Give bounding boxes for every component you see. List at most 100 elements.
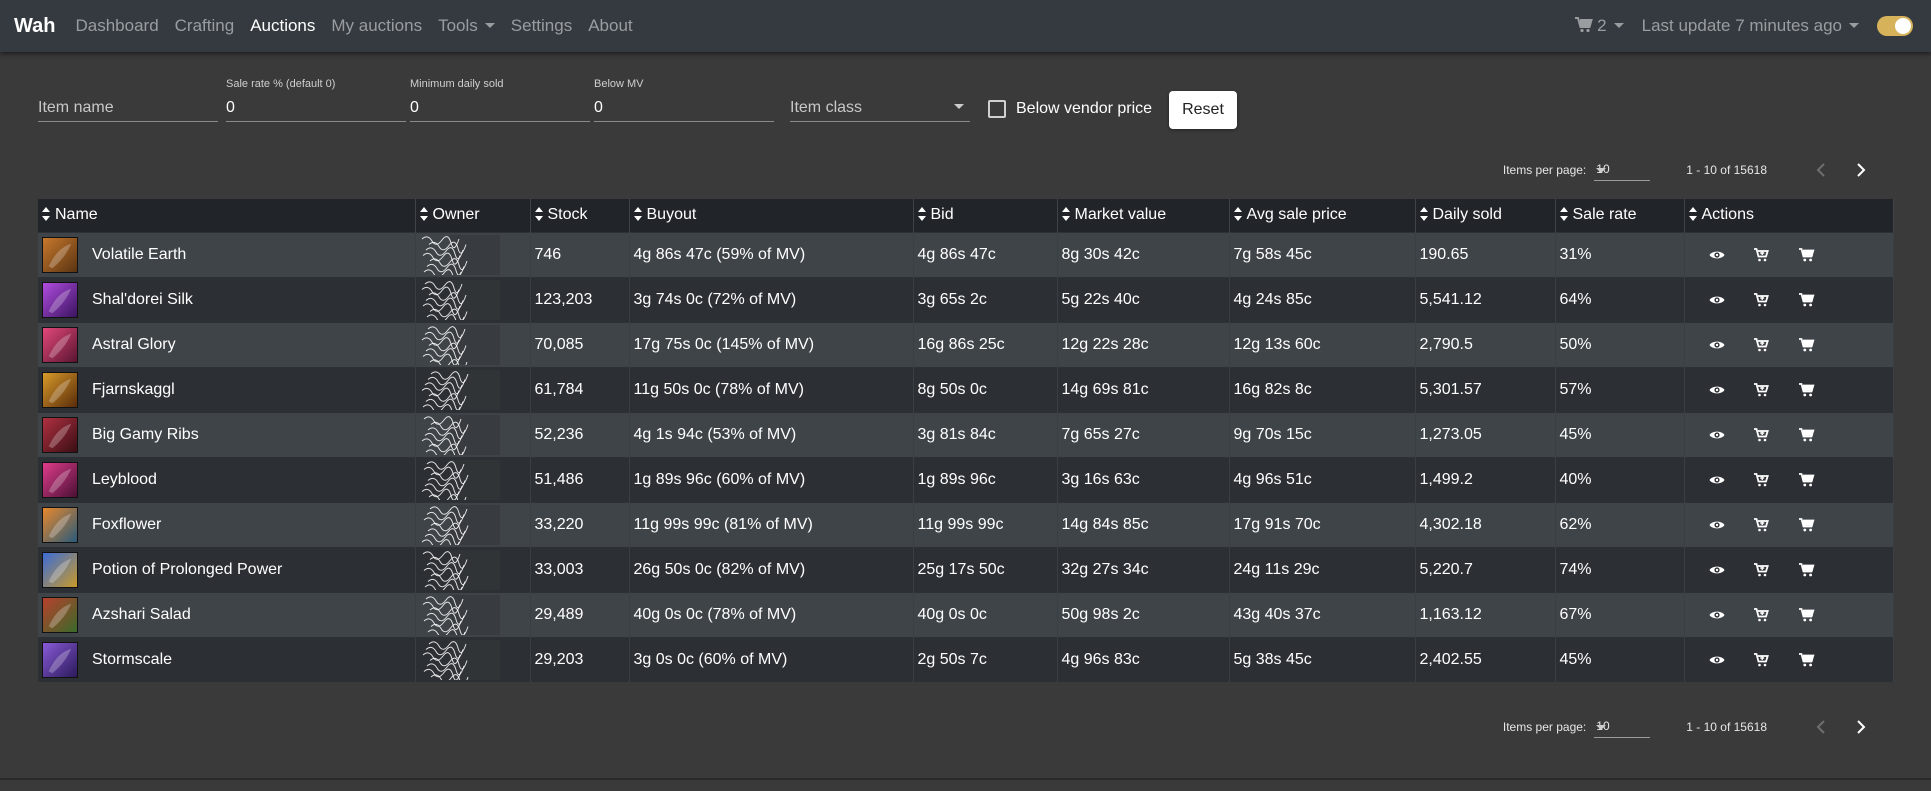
add-to-cart-button[interactable]: [1752, 380, 1772, 400]
cell-bid: 16g 86s 25c: [913, 321, 1058, 367]
add-to-cart-button[interactable]: [1752, 425, 1772, 445]
cart-button[interactable]: [1797, 650, 1817, 670]
add-to-cart-button[interactable]: [1752, 650, 1772, 670]
next-page-button[interactable]: [1847, 156, 1875, 184]
previous-page-button[interactable]: [1807, 156, 1835, 184]
table-row[interactable]: Potion of Prolonged Power 33,003 26g 50s…: [38, 546, 1894, 592]
cell-stock: 51,486: [530, 456, 630, 502]
view-item-button[interactable]: [1707, 425, 1727, 445]
item-class-select[interactable]: Item class: [790, 76, 970, 122]
view-item-button[interactable]: [1707, 650, 1727, 670]
table-row[interactable]: Azshari Salad 29,489 40g 0s 0c (78% of M…: [38, 591, 1894, 637]
item-name[interactable]: Foxflower: [92, 516, 161, 534]
table-row[interactable]: Shal'dorei Silk 123,203 3g 74s 0c (72% o…: [38, 276, 1894, 322]
view-item-button[interactable]: [1707, 515, 1727, 535]
reset-button[interactable]: Reset: [1169, 91, 1237, 129]
table-row[interactable]: Foxflower 33,220 11g 99s 99c (81% of MV)…: [38, 501, 1894, 547]
view-item-button[interactable]: [1707, 245, 1727, 265]
last-update-text: Last update 7 minutes ago: [1641, 16, 1842, 35]
header-sale-rate[interactable]: Sale rate: [1555, 199, 1685, 232]
previous-page-button[interactable]: [1807, 713, 1835, 741]
item-name[interactable]: Leyblood: [92, 471, 157, 489]
header-stock[interactable]: Stock: [530, 199, 630, 232]
table-row[interactable]: Leyblood 51,486 1g 89s 96c (60% of MV) 1…: [38, 456, 1894, 502]
owner-obscured-image: [421, 369, 500, 410]
view-item-button[interactable]: [1707, 335, 1727, 355]
header-avg-sale-price[interactable]: Avg sale price: [1229, 199, 1416, 232]
item-name[interactable]: Azshari Salad: [92, 606, 191, 624]
cart-button[interactable]: [1797, 560, 1817, 580]
cart-button[interactable]: [1797, 245, 1817, 265]
view-item-button[interactable]: [1707, 470, 1727, 490]
add-to-cart-button[interactable]: [1752, 515, 1772, 535]
add-to-cart-button[interactable]: [1752, 605, 1772, 625]
nav-settings[interactable]: Settings: [511, 16, 572, 36]
item-name[interactable]: Fjarnskaggl: [92, 381, 175, 399]
checkbox-box[interactable]: [988, 100, 1006, 118]
last-update-dropdown[interactable]: Last update 7 minutes ago: [1642, 16, 1859, 36]
add-to-cart-button[interactable]: [1752, 335, 1772, 355]
brand-logo[interactable]: Wah: [14, 15, 55, 38]
nav-tools-dropdown[interactable]: Tools: [438, 16, 495, 36]
add-to-cart-button[interactable]: [1752, 470, 1772, 490]
header-daily-sold[interactable]: Daily sold: [1415, 199, 1556, 232]
sale-rate-input[interactable]: Sale rate % (default 0) 0: [226, 76, 406, 122]
min-daily-sold-input[interactable]: Minimum daily sold 0: [410, 76, 590, 122]
nav-my-auctions[interactable]: My auctions: [331, 16, 422, 36]
cart-button[interactable]: [1797, 425, 1817, 445]
below-vendor-label: Below vendor price: [1016, 100, 1153, 117]
item-name[interactable]: Astral Glory: [92, 336, 176, 354]
header-buyout[interactable]: Buyout: [629, 199, 914, 232]
nav-about[interactable]: About: [588, 16, 632, 36]
add-to-cart-button[interactable]: [1752, 290, 1772, 310]
add-to-cart-button[interactable]: [1752, 245, 1772, 265]
nav-dashboard[interactable]: Dashboard: [75, 16, 158, 36]
item-name[interactable]: Big Gamy Ribs: [92, 426, 199, 444]
item-name[interactable]: Potion of Prolonged Power: [92, 561, 282, 579]
view-item-button[interactable]: [1707, 290, 1727, 310]
cart-button[interactable]: [1797, 605, 1817, 625]
cell-bid: 1g 89s 96c: [913, 456, 1058, 502]
below-vendor-checkbox[interactable]: Below vendor price: [988, 100, 1152, 118]
items-per-page-select[interactable]: 10: [1594, 159, 1651, 181]
item-name[interactable]: Volatile Earth: [92, 246, 186, 264]
cart-button[interactable]: [1797, 335, 1817, 355]
view-item-button[interactable]: [1707, 560, 1727, 580]
header-label: Market value: [1074, 206, 1167, 224]
cell-daily-sold: 2,790.5: [1415, 321, 1556, 367]
theme-toggle[interactable]: [1877, 16, 1913, 36]
view-item-button[interactable]: [1707, 605, 1727, 625]
item-name-input[interactable]: Item name: [38, 76, 218, 122]
item-name[interactable]: Shal'dorei Silk: [92, 291, 193, 309]
next-page-button[interactable]: [1847, 713, 1875, 741]
cart-dropdown[interactable]: 2: [1575, 16, 1624, 36]
cart-button[interactable]: [1797, 290, 1817, 310]
nav-auctions[interactable]: Auctions: [250, 16, 315, 36]
header-name[interactable]: Name: [38, 199, 416, 232]
cart-button[interactable]: [1797, 470, 1817, 490]
sort-icon: [1559, 207, 1569, 222]
min-daily-sold-value: 0: [410, 99, 419, 116]
add-to-cart-button[interactable]: [1752, 560, 1772, 580]
cell-bid: 11g 99s 99c: [913, 501, 1058, 547]
table-row[interactable]: Big Gamy Ribs 52,236 4g 1s 94c (53% of M…: [38, 411, 1894, 457]
table-row[interactable]: Stormscale 29,203 3g 0s 0c (60% of MV) 2…: [38, 636, 1894, 682]
table-row[interactable]: Astral Glory 70,085 17g 75s 0c (145% of …: [38, 321, 1894, 367]
below-mv-input[interactable]: Below MV 0: [594, 76, 774, 122]
item-name[interactable]: Stormscale: [92, 651, 172, 669]
below-mv-value: 0: [594, 99, 603, 116]
cart-button[interactable]: [1797, 515, 1817, 535]
cell-owner: [415, 546, 531, 592]
nav-crafting[interactable]: Crafting: [175, 16, 235, 36]
header-actions[interactable]: Actions: [1684, 199, 1894, 232]
header-bid[interactable]: Bid: [913, 199, 1058, 232]
table-row[interactable]: Fjarnskaggl 61,784 11g 50s 0c (78% of MV…: [38, 366, 1894, 412]
cart-button[interactable]: [1797, 380, 1817, 400]
item-icon: [42, 551, 78, 588]
view-item-button[interactable]: [1707, 380, 1727, 400]
items-per-page-select[interactable]: 10: [1594, 716, 1651, 738]
table-row[interactable]: Volatile Earth 746 4g 86s 47c (59% of MV…: [38, 231, 1894, 277]
header-market-value[interactable]: Market value: [1057, 199, 1230, 232]
header-owner[interactable]: Owner: [415, 199, 531, 232]
sale-rate-label: Sale rate % (default 0): [226, 78, 336, 90]
